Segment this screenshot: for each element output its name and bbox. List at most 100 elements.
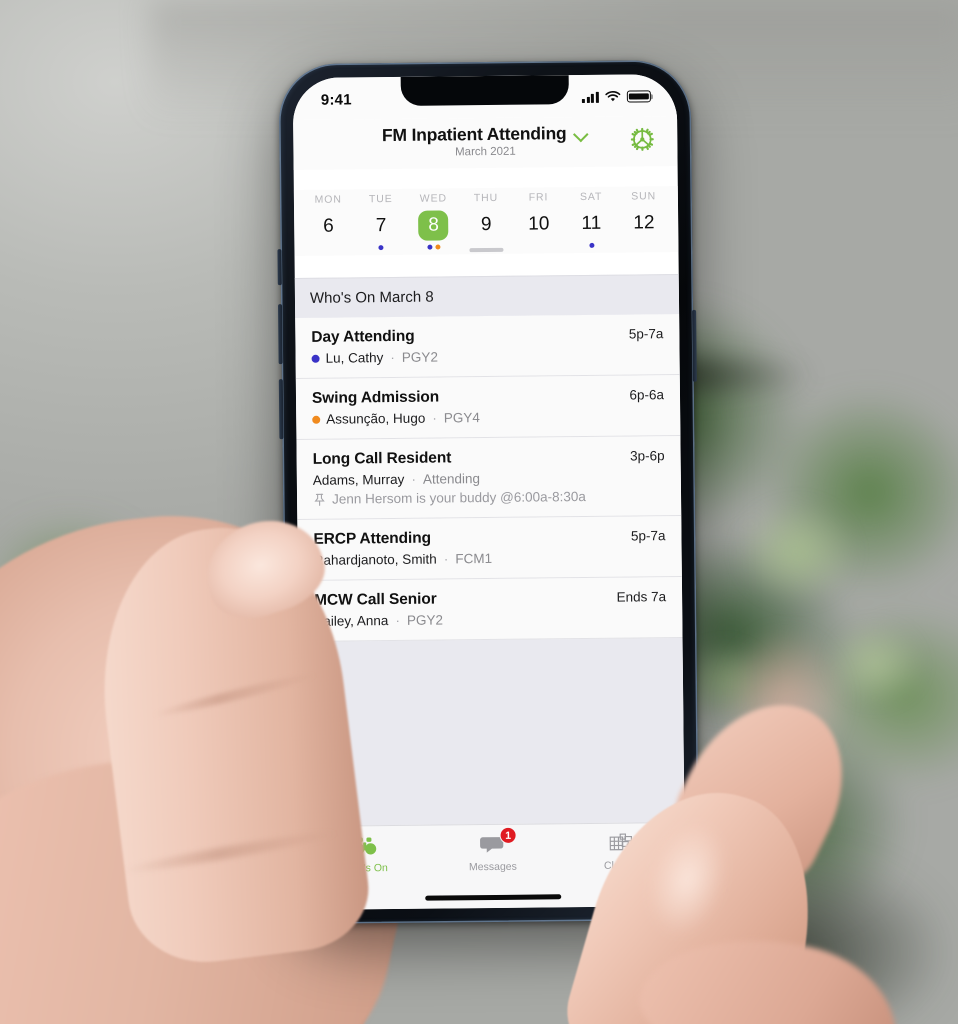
date-number: 10 [528, 213, 550, 235]
buddy-note: Jenn Hersom is your buddy @6:00a-8:30a [313, 488, 665, 507]
knuckle [700, 600, 870, 800]
assignment-time: 3p-6p [630, 448, 665, 464]
separator: · [432, 410, 437, 426]
list-item[interactable]: ERCP Attending 5p-7a Rahardjanoto, Smith… [297, 515, 682, 582]
row-header: Swing Admission 6p-6a [312, 386, 664, 408]
list-item[interactable]: Long Call Resident 3p-6p Adams, Murray ·… [296, 435, 682, 521]
person-name: Adams, Murray [312, 471, 405, 488]
date-cell[interactable]: 12 [617, 204, 670, 253]
dot-blue [378, 245, 384, 251]
date-number: 7 [375, 215, 387, 237]
date-dots [618, 242, 671, 249]
separator: · [390, 349, 395, 366]
tab-whos-on[interactable]: Who's On [301, 833, 429, 875]
page-title: FM Inpatient Attending [381, 123, 567, 146]
date-number: 6 [323, 215, 334, 237]
assignment-person-row: Adams, Murray · Attending [313, 469, 665, 488]
date-dots [513, 243, 566, 250]
person-role: PGY2 [406, 612, 444, 628]
dot-blue [589, 242, 595, 248]
assignment-title: ERCP Attending [313, 529, 432, 548]
row-header: MCW Call Senior Ends 7a [314, 588, 666, 610]
assignment-time: 5p-7a [630, 528, 666, 544]
assignment-person-row: Rahardjanoto, Smith · FCM1 [314, 549, 666, 568]
assignment-time: Ends 7a [616, 589, 667, 605]
date-cell[interactable]: 11 [565, 205, 618, 254]
battery-icon [626, 90, 651, 103]
gear-icon[interactable] [629, 126, 655, 152]
grid-calendar-icon [608, 831, 633, 857]
assignment-list[interactable]: Day Attending 5p-7a Lu, Cathy · PGY2 Swi… [295, 313, 685, 826]
separator: · [411, 471, 416, 487]
pushpin-icon [313, 492, 326, 506]
date-number: 12 [633, 212, 655, 234]
section-header: Who's On March 8 [294, 274, 680, 319]
status-icons [582, 90, 651, 103]
list-empty-space [298, 637, 685, 826]
assignment-time: 5p-7a [628, 326, 664, 342]
volume-up-button[interactable] [278, 304, 283, 365]
week-strip: MON TUE WED THU FRI SAT SUN 6 7 8 9 10 1… [293, 186, 679, 257]
date-number: 11 [581, 212, 602, 235]
nav-title-row[interactable]: FM Inpatient Attending [293, 122, 677, 151]
assignment-title: MCW Call Senior [314, 590, 437, 609]
assignment-time: 6p-6a [629, 387, 665, 403]
list-item[interactable]: Swing Admission 6p-6a Assunção, Hugo · P… [295, 374, 681, 441]
separator: · [395, 612, 400, 628]
dow-label: THU [473, 191, 499, 205]
person-name: Bailey, Anna [314, 613, 389, 629]
date-cell[interactable]: 6 [302, 207, 355, 256]
date-dots [565, 242, 618, 250]
calendar-drag-handle[interactable] [469, 247, 504, 253]
person-name: Lu, Cathy [325, 350, 384, 366]
row-header: Day Attending 5p-7a [311, 325, 663, 347]
date-cell[interactable]: 10 [512, 205, 565, 254]
date-dots [302, 245, 355, 252]
person-name: Assunção, Hugo [326, 410, 426, 427]
assignment-title: Day Attending [311, 327, 415, 346]
tab-label: Who's On [341, 862, 388, 875]
person-name: Rahardjanoto, Smith [313, 551, 437, 568]
tab-classic[interactable]: Classic [557, 830, 685, 872]
dow-label: TUE [368, 192, 393, 206]
row-header: Long Call Resident 3p-6p [313, 447, 665, 469]
mute-switch[interactable] [277, 249, 282, 286]
dow-label: MON [314, 193, 342, 206]
status-dot-blue [311, 354, 320, 363]
person-role: FCM1 [455, 550, 493, 567]
assignment-person-row: Bailey, Anna · PGY2 [314, 610, 666, 629]
dow-label: SAT [579, 190, 603, 204]
chevron-down-icon[interactable] [574, 126, 588, 140]
person-role: PGY2 [401, 349, 438, 365]
screen-notch [400, 75, 569, 106]
tab-label: Classic [603, 859, 638, 872]
date-cell-selected[interactable]: 8 [407, 206, 460, 255]
date-cell[interactable]: 7 [355, 207, 408, 256]
tab-messages[interactable]: 1 Messages [429, 826, 557, 874]
row-header: ERCP Attending 5p-7a [313, 527, 665, 549]
dow-label: SUN [631, 190, 657, 203]
status-time: 9:41 [320, 90, 352, 109]
date-cell[interactable]: 9 [460, 206, 513, 255]
date-number: 8 [418, 210, 449, 241]
power-button[interactable] [692, 309, 697, 382]
binoculars-icon [352, 833, 378, 859]
wifi-icon [605, 91, 621, 102]
nav-header: FM Inpatient Attending March 2021 [293, 116, 678, 171]
assignment-person-row: Lu, Cathy · PGY2 [311, 347, 664, 366]
dow-label: FRI [528, 191, 549, 204]
list-item[interactable]: MCW Call Senior Ends 7a Bailey, Anna · P… [297, 576, 683, 643]
person-role: PGY4 [443, 410, 480, 426]
date-dots [355, 245, 408, 252]
dot-orange [435, 244, 441, 250]
buddy-text: Jenn Hersom is your buddy @6:00a-8:30a [331, 488, 586, 507]
tab-label: Messages [468, 860, 517, 874]
messages-badge: 1 [499, 826, 517, 844]
separator: · [443, 551, 449, 567]
dot-blue [427, 244, 433, 250]
list-item[interactable]: Day Attending 5p-7a Lu, Cathy · PGY2 [295, 313, 680, 380]
date-number: 9 [480, 213, 492, 236]
dow-label: WED [419, 192, 448, 205]
phone-screen: 9:41 FM Inpatient Attending March 2021 M… [292, 74, 686, 910]
volume-down-button[interactable] [278, 379, 284, 440]
